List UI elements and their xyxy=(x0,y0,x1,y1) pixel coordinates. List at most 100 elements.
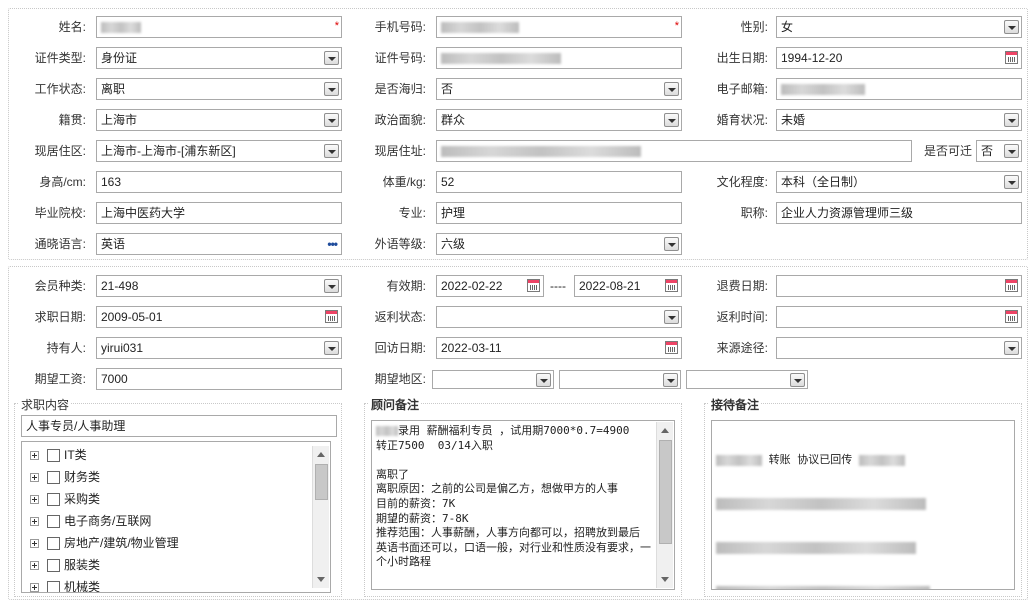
professional-title-field[interactable]: 企业人力资源管理师三级 xyxy=(776,202,1022,224)
checkbox[interactable] xyxy=(47,493,60,507)
checkbox[interactable] xyxy=(47,471,60,485)
dropdown-arrow-icon[interactable] xyxy=(1004,175,1019,189)
dropdown-arrow-icon[interactable] xyxy=(324,279,339,293)
more-options-icon[interactable]: ••• xyxy=(327,238,338,250)
holder-select[interactable]: yirui031 xyxy=(96,337,342,359)
scroll-thumb[interactable] xyxy=(315,464,328,500)
member-type-select[interactable]: 21-498 xyxy=(96,275,342,297)
returnee-select[interactable]: 否 xyxy=(436,78,682,100)
expand-icon[interactable] xyxy=(30,539,39,549)
email-field[interactable] xyxy=(776,78,1022,100)
dropdown-arrow-icon[interactable] xyxy=(324,82,339,96)
scroll-down-icon[interactable] xyxy=(661,577,669,582)
tree-item-purchasing[interactable]: 采购类 xyxy=(30,490,100,508)
checkbox[interactable] xyxy=(47,537,60,551)
expand-icon[interactable] xyxy=(30,583,39,592)
foreign-level-select[interactable]: 六级 xyxy=(436,233,682,255)
visit-date-field[interactable]: 2022-03-11 xyxy=(436,337,682,359)
calendar-icon[interactable] xyxy=(1005,279,1018,292)
region-select-3[interactable] xyxy=(686,370,808,389)
rebate-time-field[interactable] xyxy=(776,306,1022,328)
school-field[interactable]: 上海中医药大学 xyxy=(96,202,342,224)
tree-item-finance[interactable]: 财务类 xyxy=(30,468,100,486)
refund-date-field[interactable] xyxy=(776,275,1022,297)
dropdown-arrow-icon[interactable] xyxy=(664,237,679,251)
dropdown-arrow-icon[interactable] xyxy=(664,310,679,324)
selected-job-value: 人事专员/人事助理 xyxy=(26,419,126,433)
tree-item-it[interactable]: IT类 xyxy=(30,446,87,464)
dropdown-arrow-icon[interactable] xyxy=(1004,144,1019,158)
dropdown-arrow-icon[interactable] xyxy=(1004,113,1019,127)
calendar-icon[interactable] xyxy=(665,279,678,292)
scroll-up-icon[interactable] xyxy=(661,428,669,433)
checkbox[interactable] xyxy=(47,581,60,592)
expand-icon[interactable] xyxy=(30,495,39,505)
rebate-status-select[interactable] xyxy=(436,306,682,328)
expand-icon[interactable] xyxy=(30,561,39,571)
relocate-select[interactable]: 否 xyxy=(976,140,1022,162)
calendar-icon[interactable] xyxy=(1005,310,1018,323)
residence-area-select[interactable]: 上海市-上海市-[浦东新区] xyxy=(96,140,342,162)
phone-field[interactable]: * xyxy=(436,16,682,38)
dropdown-arrow-icon[interactable] xyxy=(664,82,679,96)
scroll-up-icon[interactable] xyxy=(317,452,325,457)
address-label: 现居住址: xyxy=(374,144,426,158)
education-select[interactable]: 本科（全日制） xyxy=(776,171,1022,193)
notes-scrollbar[interactable] xyxy=(656,422,673,588)
dropdown-arrow-icon[interactable] xyxy=(664,113,679,127)
checkbox[interactable] xyxy=(47,515,60,529)
valid-to-field[interactable]: 2022-08-21 xyxy=(574,275,682,297)
dropdown-arrow-icon[interactable] xyxy=(536,373,551,387)
checkbox[interactable] xyxy=(47,559,60,573)
work-status-select[interactable]: 离职 xyxy=(96,78,342,100)
valid-from-field[interactable]: 2022-02-22 xyxy=(436,275,544,297)
dropdown-arrow-icon[interactable] xyxy=(324,144,339,158)
height-field[interactable]: 163 xyxy=(96,171,342,193)
expand-icon[interactable] xyxy=(30,473,39,483)
marital-select[interactable]: 未婚 xyxy=(776,109,1022,131)
language-field[interactable]: 英语 ••• xyxy=(96,233,342,255)
dropdown-arrow-icon[interactable] xyxy=(324,51,339,65)
selected-job-field[interactable]: 人事专员/人事助理 xyxy=(21,415,337,437)
address-field[interactable] xyxy=(436,140,912,162)
dropdown-arrow-icon[interactable] xyxy=(1004,341,1019,355)
salary-field[interactable]: 7000 xyxy=(96,368,342,390)
tree-item-apparel[interactable]: 服装类 xyxy=(30,556,100,574)
weight-field[interactable]: 52 xyxy=(436,171,682,193)
major-field[interactable]: 护理 xyxy=(436,202,682,224)
tree-item-ecommerce[interactable]: 电子商务/互联网 xyxy=(30,512,151,530)
expand-icon[interactable] xyxy=(30,517,39,527)
job-category-tree[interactable]: IT类 财务类 采购类 电子商务/互联网 房地产/建筑/物业管理 服装类 机械类 xyxy=(21,441,331,593)
source-select[interactable] xyxy=(776,337,1022,359)
dropdown-arrow-icon[interactable] xyxy=(663,373,678,387)
scroll-thumb[interactable] xyxy=(659,440,672,544)
id-no-field[interactable] xyxy=(436,47,682,69)
name-field[interactable]: * xyxy=(96,16,342,38)
birth-date-field[interactable]: 1994-12-20 xyxy=(776,47,1022,69)
expand-icon[interactable] xyxy=(30,451,39,461)
dropdown-arrow-icon[interactable] xyxy=(790,373,805,387)
region-select-2[interactable] xyxy=(559,370,681,389)
scroll-down-icon[interactable] xyxy=(317,577,325,582)
dropdown-arrow-icon[interactable] xyxy=(1004,20,1019,34)
foreign-level-value: 六级 xyxy=(441,237,466,251)
dropdown-arrow-icon[interactable] xyxy=(324,341,339,355)
id-type-select[interactable]: 身份证 xyxy=(96,47,342,69)
calendar-icon[interactable] xyxy=(1005,51,1018,64)
calendar-icon[interactable] xyxy=(325,310,338,323)
advisor-notes-textarea[interactable]: 录用 薪酬福利专员 ，试用期7000*0.7=4900 转正7500 03/14… xyxy=(371,420,675,590)
tree-item-machinery[interactable]: 机械类 xyxy=(30,578,100,592)
political-select[interactable]: 群众 xyxy=(436,109,682,131)
calendar-icon[interactable] xyxy=(665,341,678,354)
reception-notes-textarea[interactable]: 转账 协议已回传 xyxy=(711,420,1015,590)
job-date-field[interactable]: 2009-05-01 xyxy=(96,306,342,328)
tree-scrollbar[interactable] xyxy=(312,446,329,588)
tree-item-real-estate[interactable]: 房地产/建筑/物业管理 xyxy=(30,534,179,552)
region-select-1[interactable] xyxy=(432,370,554,389)
origin-select[interactable]: 上海市 xyxy=(96,109,342,131)
marital-value: 未婚 xyxy=(781,113,806,127)
dropdown-arrow-icon[interactable] xyxy=(324,113,339,127)
calendar-icon[interactable] xyxy=(527,279,540,292)
gender-select[interactable]: 女 xyxy=(776,16,1022,38)
checkbox[interactable] xyxy=(47,449,60,463)
